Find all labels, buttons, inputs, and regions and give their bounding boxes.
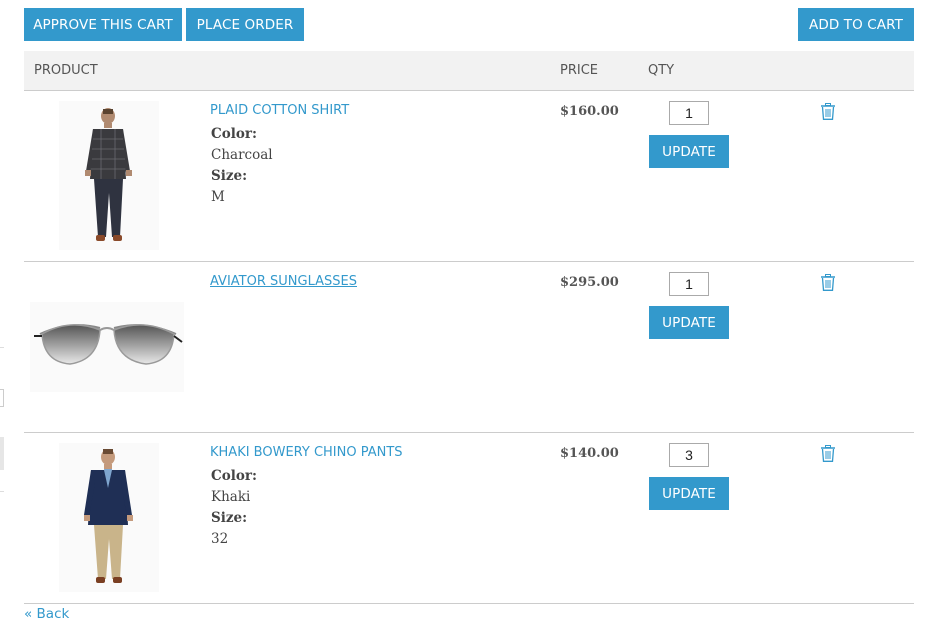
table-row: AVIATOR SUNGLASSES $295.00 UPDATE bbox=[24, 262, 914, 433]
trash-icon[interactable] bbox=[821, 445, 835, 462]
attr-key: Color: bbox=[211, 468, 257, 484]
product-link[interactable]: AVIATOR SUNGLASSES bbox=[210, 274, 357, 289]
product-link[interactable]: PLAID COTTON SHIRT bbox=[210, 103, 349, 118]
back-link[interactable]: « Back bbox=[24, 606, 69, 622]
trash-icon[interactable] bbox=[821, 103, 835, 120]
header-qty: QTY bbox=[648, 63, 675, 78]
product-attributes: Color: Charcoal Size: M bbox=[211, 124, 273, 208]
attr-key: Size: bbox=[211, 168, 248, 184]
quantity-input[interactable] bbox=[669, 101, 709, 125]
model-figure-icon bbox=[84, 449, 133, 583]
product-price: $140.00 bbox=[560, 446, 619, 461]
header-price: PRICE bbox=[560, 63, 598, 78]
product-price: $295.00 bbox=[560, 275, 619, 290]
product-price: $160.00 bbox=[560, 104, 619, 119]
product-link[interactable]: KHAKI BOWERY CHINO PANTS bbox=[210, 445, 403, 460]
table-row: KHAKI BOWERY CHINO PANTS Color: Khaki Si… bbox=[24, 433, 914, 604]
header-product: PRODUCT bbox=[34, 63, 98, 78]
update-button[interactable]: UPDATE bbox=[649, 306, 729, 339]
quantity-input[interactable] bbox=[669, 272, 709, 296]
sunglasses-icon bbox=[34, 324, 183, 365]
trash-icon[interactable] bbox=[821, 274, 835, 291]
attr-key: Color: bbox=[211, 126, 257, 142]
model-figure-icon bbox=[85, 108, 132, 241]
attr-key: Size: bbox=[211, 510, 248, 526]
product-attributes: Color: Khaki Size: 32 bbox=[211, 466, 257, 550]
update-button[interactable]: UPDATE bbox=[649, 477, 729, 510]
place-order-button[interactable]: PLACE ORDER bbox=[186, 8, 304, 41]
quantity-input[interactable] bbox=[669, 443, 709, 467]
table-row: PLAID COTTON SHIRT Color: Charcoal Size:… bbox=[24, 91, 914, 262]
table-header: PRODUCT PRICE QTY bbox=[24, 51, 914, 91]
attr-value: Khaki bbox=[211, 489, 251, 505]
product-image-plaid-shirt[interactable] bbox=[59, 101, 159, 250]
add-to-cart-button[interactable]: ADD TO CART bbox=[798, 8, 914, 41]
left-edge-panel bbox=[0, 437, 4, 470]
product-image-aviator-sunglasses[interactable] bbox=[30, 302, 184, 392]
update-button[interactable]: UPDATE bbox=[649, 135, 729, 168]
attr-value: M bbox=[211, 189, 225, 205]
attr-value: Charcoal bbox=[211, 147, 273, 163]
attr-value: 32 bbox=[211, 531, 229, 547]
product-image-khaki-chino[interactable] bbox=[59, 443, 159, 592]
approve-cart-button[interactable]: APPROVE THIS CART bbox=[24, 8, 182, 41]
left-edge-divider bbox=[0, 347, 4, 348]
left-edge-divider bbox=[0, 491, 4, 492]
left-edge-box bbox=[0, 389, 4, 407]
